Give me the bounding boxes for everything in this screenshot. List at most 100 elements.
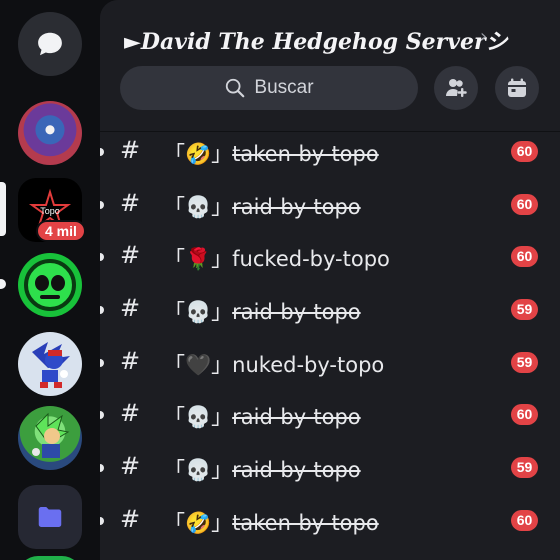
channel-label: taken-by-topo <box>232 142 379 166</box>
channel-name: 「💀」raid-by-topo <box>164 401 361 431</box>
channel-emoji: 🤣 <box>185 510 212 535</box>
bracket-open: 「 <box>164 194 185 219</box>
green-face-icon <box>24 259 76 311</box>
invite-members-button[interactable] <box>434 66 478 110</box>
channel-emoji: 💀 <box>185 194 212 219</box>
channel-row[interactable]: # 「💀」raid-by-topo 59 <box>100 284 560 337</box>
channel-label: raid-by-topo <box>232 194 361 219</box>
unread-channel-indicator <box>100 516 104 525</box>
channel-emoji: 💀 <box>185 405 212 430</box>
green-hedgehog-avatar-icon <box>32 412 70 458</box>
unread-count-badge: 60 <box>511 246 538 268</box>
channel-label: nuked-by-topo <box>232 352 385 377</box>
mention-count-badge: 4 mil <box>36 220 86 242</box>
selected-server-indicator <box>0 182 6 236</box>
bracket-open: 「 <box>164 142 185 166</box>
channel-row[interactable]: # 「🤣」taken-by-topo 60 <box>100 126 560 179</box>
search-label: Buscar <box>254 77 314 98</box>
server-icon-hedgehog[interactable] <box>18 332 82 396</box>
hash-icon: # <box>120 188 141 217</box>
channel-emoji: 🖤 <box>185 352 212 377</box>
chevron-right-icon[interactable]: › <box>480 26 487 47</box>
unread-channel-indicator <box>100 306 104 315</box>
channel-row[interactable]: # 「💀」raid-by-topo 60 <box>100 389 560 442</box>
channel-label: raid-by-topo <box>232 300 361 325</box>
bracket-open: 「 <box>164 458 185 483</box>
unread-channel-indicator <box>100 253 104 262</box>
channel-emoji: 🌹 <box>185 247 212 272</box>
channel-name: 「💀」raid-by-topo <box>164 296 361 326</box>
channel-label: taken-by-topo <box>232 510 379 535</box>
bracket-close: 」 <box>211 458 233 483</box>
channel-label: raid-by-topo <box>232 405 361 430</box>
bracket-open: 「 <box>164 300 185 325</box>
channel-name: 「💀」raid-by-topo <box>164 454 361 484</box>
channel-row[interactable]: # 「🌹」fucked-by-topo 60 <box>100 231 560 284</box>
bracket-open: 「 <box>164 510 185 535</box>
bracket-close: 」 <box>211 300 233 325</box>
channel-emoji: 💀 <box>185 300 212 325</box>
bracket-close: 」 <box>211 247 233 272</box>
events-button[interactable] <box>495 66 539 110</box>
channel-name: 「🖤」nuked-by-topo <box>164 349 384 379</box>
server-icon-astronaut[interactable] <box>18 101 82 165</box>
server-header: ►David The Hedgehog Serverシ › Buscar <box>100 0 560 132</box>
server-rail: Topo 4 mil <box>0 0 100 560</box>
bracket-close: 」 <box>211 142 233 166</box>
hash-icon: # <box>120 346 141 375</box>
bracket-close: 」 <box>211 405 233 430</box>
bracket-close: 」 <box>211 510 233 535</box>
hash-icon: # <box>120 399 141 428</box>
bracket-open: 「 <box>164 405 185 430</box>
unread-count-badge: 60 <box>511 193 538 215</box>
bracket-close: 」 <box>211 352 233 377</box>
calendar-icon <box>508 78 526 97</box>
channel-row[interactable]: # 「💀」raid-by-topo 59 <box>100 442 560 495</box>
chat-bubble-icon <box>38 32 62 56</box>
channel-row[interactable]: # 「🖤」nuked-by-topo 59 <box>100 337 560 390</box>
hedgehog-avatar-icon <box>32 342 70 388</box>
channel-row[interactable]: # 「💀」raid-by-topo 60 <box>100 179 560 232</box>
svg-text:Topo: Topo <box>40 206 60 216</box>
channel-name: 「🌹」fucked-by-topo <box>164 243 390 273</box>
unread-channel-indicator <box>100 464 104 473</box>
server-icon-partial[interactable] <box>18 556 82 560</box>
server-unread-indicator <box>0 279 6 289</box>
server-title[interactable]: ►David The Hedgehog Serverシ <box>124 24 508 56</box>
hash-icon: # <box>120 294 141 323</box>
search-icon <box>226 78 245 98</box>
channel-emoji: 💀 <box>185 458 212 483</box>
channel-name: 「🤣」taken-by-topo <box>164 507 379 537</box>
unread-count-badge: 59 <box>511 351 538 373</box>
channel-label: fucked-by-topo <box>232 247 390 272</box>
unread-channel-indicator <box>100 200 104 209</box>
direct-messages-button[interactable] <box>18 12 82 76</box>
search-button[interactable]: Buscar <box>120 66 418 110</box>
invite-members-icon <box>446 79 467 97</box>
unread-channel-indicator <box>100 148 104 156</box>
channel-list: # 「🤣」taken-by-topo 60 # 「💀」raid-by-topo 60 # 「🌹… <box>100 126 560 548</box>
channel-name: 「💀」raid-by-topo <box>164 191 361 221</box>
server-folder[interactable] <box>18 485 82 549</box>
unread-channel-indicator <box>100 358 104 367</box>
bracket-close: 」 <box>211 194 233 219</box>
unread-count-badge: 60 <box>511 141 538 162</box>
channel-emoji: 🤣 <box>185 142 212 166</box>
bracket-open: 「 <box>164 352 185 377</box>
channel-row[interactable]: # 「🤣」taken-by-topo 60 <box>100 495 560 548</box>
server-icon-green-face[interactable] <box>18 253 82 317</box>
hash-icon: # <box>120 504 141 533</box>
unread-count-badge: 60 <box>511 404 538 426</box>
folder-icon <box>38 507 62 527</box>
channel-name: 「🤣」taken-by-topo <box>164 138 379 168</box>
server-icon-green-hedgehog[interactable] <box>18 406 82 470</box>
channel-panel: ►David The Hedgehog Serverシ › Buscar # 「… <box>100 0 560 560</box>
unread-count-badge: 59 <box>511 299 538 321</box>
hash-icon: # <box>120 452 141 481</box>
channel-label: raid-by-topo <box>232 458 361 483</box>
unread-count-badge: 59 <box>511 457 538 479</box>
unread-channel-indicator <box>100 411 104 420</box>
unread-count-badge: 60 <box>511 509 538 531</box>
hash-icon: # <box>120 241 141 270</box>
bracket-open: 「 <box>164 247 185 272</box>
